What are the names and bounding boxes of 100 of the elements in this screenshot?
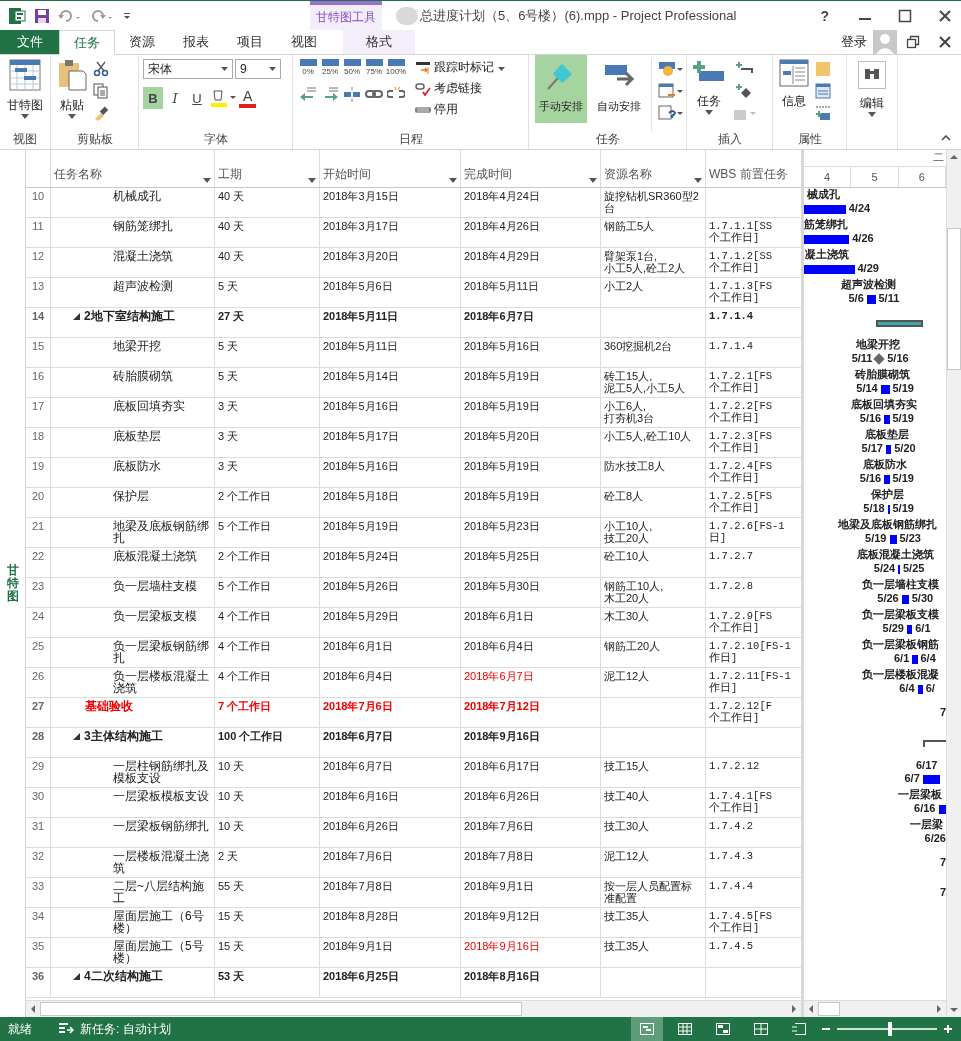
column-header[interactable]: 任务名称 bbox=[51, 150, 215, 187]
gantt-task-bar[interactable] bbox=[907, 625, 913, 634]
gantt-summary-bar[interactable] bbox=[875, 320, 923, 327]
row-number[interactable]: 24 bbox=[26, 608, 51, 637]
scrollbar-thumb[interactable] bbox=[947, 228, 961, 370]
ribbon-tab[interactable]: 报表 bbox=[169, 30, 223, 54]
milestone-insert-icon[interactable] bbox=[735, 83, 753, 99]
gantt-task-bar[interactable] bbox=[886, 445, 892, 454]
format-painter-icon[interactable] bbox=[93, 105, 109, 121]
collapse-icon[interactable] bbox=[73, 973, 80, 980]
row-number[interactable]: 31 bbox=[26, 818, 51, 847]
restore-icon[interactable] bbox=[906, 35, 920, 49]
new-task-mode-status[interactable]: 新任务: 自动计划 bbox=[80, 1020, 171, 1038]
insert-task-button[interactable]: 任务 bbox=[697, 93, 721, 110]
gantt-task-bar[interactable] bbox=[866, 295, 876, 304]
filter-caret-icon[interactable] bbox=[203, 178, 211, 183]
gantt-task-bar[interactable] bbox=[889, 535, 897, 544]
save-icon[interactable] bbox=[34, 7, 50, 24]
task-information-icon[interactable] bbox=[779, 59, 809, 87]
caret-icon[interactable] bbox=[705, 110, 713, 115]
text-style-button[interactable]: I bbox=[165, 87, 185, 109]
row-number[interactable]: 26 bbox=[26, 668, 51, 697]
row-number[interactable]: 36 bbox=[26, 968, 51, 997]
percent-complete-button[interactable]: 0% bbox=[299, 59, 317, 76]
schedule-command[interactable]: 停用 bbox=[415, 101, 458, 118]
row-number[interactable]: 28 bbox=[26, 728, 51, 757]
row-number[interactable]: 34 bbox=[26, 908, 51, 937]
scrollbar-thumb[interactable] bbox=[818, 1002, 840, 1016]
caret-icon[interactable] bbox=[221, 67, 228, 71]
gantt-task-bar[interactable] bbox=[887, 505, 890, 514]
collapse-icon[interactable] bbox=[73, 733, 80, 740]
zoom-slider-thumb[interactable] bbox=[888, 1022, 892, 1036]
clipboard-icon[interactable] bbox=[57, 59, 87, 91]
collapse-ribbon-icon[interactable] bbox=[941, 135, 951, 141]
gantt-task-bar[interactable] bbox=[804, 235, 850, 244]
column-header[interactable]: WBS 前置任务 bbox=[706, 150, 801, 187]
row-number[interactable]: 11 bbox=[26, 218, 51, 247]
column-header[interactable]: 资源名称 bbox=[601, 150, 706, 187]
close-icon[interactable] bbox=[938, 8, 952, 23]
search-icon[interactable] bbox=[858, 61, 886, 89]
row-number[interactable]: 12 bbox=[26, 248, 51, 277]
schedule-command[interactable]: 跟踪时标记 bbox=[415, 59, 494, 76]
filter-caret-icon[interactable] bbox=[589, 178, 597, 183]
font-size-dropdown[interactable]: 9 bbox=[235, 59, 281, 79]
percent-complete-button[interactable]: 50% bbox=[343, 59, 361, 76]
caret-icon[interactable] bbox=[269, 67, 276, 71]
ribbon-tab[interactable]: 任务 bbox=[59, 30, 115, 55]
row-number[interactable]: 19 bbox=[26, 458, 51, 487]
gantt-task-bar[interactable] bbox=[938, 805, 946, 814]
scheduling-mode-button[interactable]: 自动安排 bbox=[593, 55, 645, 123]
gantt-chart-button[interactable]: 甘特图 bbox=[7, 97, 43, 114]
row-number[interactable]: 18 bbox=[26, 428, 51, 457]
details-icon[interactable] bbox=[815, 83, 831, 99]
row-number[interactable]: 29 bbox=[26, 758, 51, 787]
collapse-icon[interactable] bbox=[73, 313, 80, 320]
caret-icon[interactable] bbox=[68, 114, 76, 119]
gantt-task-bar[interactable] bbox=[880, 385, 890, 394]
mode-help-icon[interactable] bbox=[658, 105, 684, 121]
ribbon-tab[interactable]: 资源 bbox=[115, 30, 169, 54]
information-button[interactable]: 信息 bbox=[782, 93, 806, 110]
gantt-task-bar[interactable] bbox=[922, 775, 941, 784]
ribbon-tab[interactable]: 视图 bbox=[277, 30, 331, 54]
row-number[interactable]: 14 bbox=[26, 308, 51, 337]
column-header[interactable]: 工期 bbox=[215, 150, 320, 187]
row-number[interactable]: 20 bbox=[26, 488, 51, 517]
column-header[interactable]: 开始时间 bbox=[320, 150, 461, 187]
redo-icon[interactable] bbox=[90, 8, 114, 23]
caret-icon[interactable] bbox=[868, 112, 876, 117]
row-number[interactable]: 32 bbox=[26, 848, 51, 877]
caret-icon[interactable] bbox=[498, 67, 505, 71]
row-number[interactable]: 22 bbox=[26, 548, 51, 577]
filter-caret-icon[interactable] bbox=[694, 178, 702, 183]
move-task-icon[interactable] bbox=[658, 83, 684, 99]
gantt-task-bar[interactable] bbox=[901, 595, 909, 604]
row-number[interactable]: 23 bbox=[26, 578, 51, 607]
row-number[interactable]: 27 bbox=[26, 698, 51, 727]
font-color-button[interactable]: A bbox=[239, 88, 257, 108]
percent-complete-button[interactable]: 25% bbox=[321, 59, 339, 76]
text-style-button[interactable]: U bbox=[187, 87, 207, 109]
row-number[interactable]: 15 bbox=[26, 338, 51, 367]
maximize-icon[interactable] bbox=[898, 8, 912, 23]
row-number[interactable]: 25 bbox=[26, 638, 51, 667]
gantt-chart-icon[interactable] bbox=[9, 59, 41, 91]
row-number[interactable]: 33 bbox=[26, 878, 51, 907]
filter-caret-icon[interactable] bbox=[449, 178, 457, 183]
zoom-in-icon[interactable] bbox=[943, 1024, 953, 1034]
row-number[interactable]: 13 bbox=[26, 278, 51, 307]
customize-caret-icon[interactable] bbox=[122, 10, 132, 21]
split-task-icon[interactable] bbox=[343, 86, 361, 102]
sign-in-link[interactable]: 登录 bbox=[841, 30, 867, 54]
close-icon[interactable] bbox=[938, 35, 952, 49]
paste-button[interactable]: 粘贴 bbox=[60, 97, 84, 114]
undo-icon[interactable] bbox=[58, 8, 82, 23]
fill-color-icon[interactable] bbox=[209, 88, 237, 108]
outdent-icon[interactable] bbox=[299, 86, 317, 102]
font-family-dropdown[interactable]: 宋体 bbox=[143, 59, 233, 79]
scheduling-mode-button[interactable]: 手动安排 bbox=[535, 55, 587, 123]
scrollbar-thumb[interactable] bbox=[40, 1002, 522, 1016]
caret-icon[interactable] bbox=[21, 114, 29, 119]
schedule-command[interactable]: 考虑链接 bbox=[415, 80, 482, 97]
